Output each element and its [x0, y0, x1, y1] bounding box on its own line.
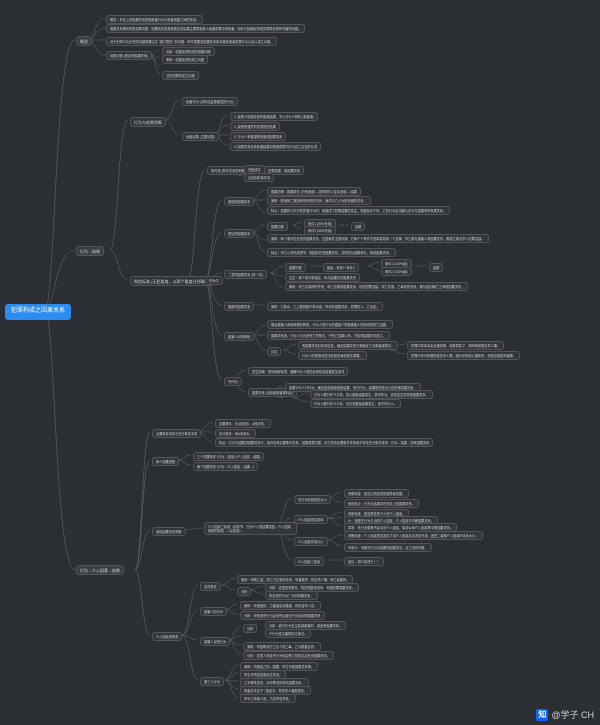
- g2-1d[interactable]: 结果: [351, 222, 365, 231]
- c-jud[interactable]: 危险因果关系判断: [152, 527, 186, 536]
- c-jud3[interactable]: 介入因素作用大小: [294, 537, 328, 546]
- c-iv3a-l[interactable]: 分析: [243, 624, 257, 633]
- g3-1b[interactable]: 因素→条件1+条件2: [323, 263, 359, 272]
- ov-essence[interactable]: 因果关系解决的是定罪问题，因果的实质是看能否将结果主要算是某人危害犯罪中的危害，…: [106, 24, 305, 33]
- g5-1c[interactable]: 讨论: [267, 347, 281, 356]
- ov-concept[interactable]: 概念：刑法上的因果关系是指危害行为与危害结果之间的关系。: [106, 15, 203, 24]
- g1[interactable]: 相因的因果关系: [224, 197, 254, 206]
- nk3b[interactable]: 行为人履行作义义务，仍无没避免结果发生，其不作为人。: [310, 399, 401, 408]
- c-hd1-3[interactable]: 特点：行为与结果的因果关系中，如存没有必要条件关系，结果就算归属。对于没有必要条…: [215, 438, 433, 447]
- c-jud-sub[interactable]: 介入因素三标准（前情节：行为介入的结果强因→介入因素制造的危险→1.比较量）: [204, 522, 297, 535]
- c-jud1[interactable]: 先行为的危险性大小: [294, 495, 331, 504]
- s3[interactable]: 3. 行为人有客观规则造成因果关系: [230, 132, 286, 141]
- c-iv2b[interactable]: 分析：甲的追杀行为会验夺后做法行为自制构因果关系: [240, 611, 325, 620]
- g5-1c3[interactable]: 犯罪中甲本向未且使特殊，特殊导致了。明甲构成故意杀人罪。: [407, 341, 504, 350]
- c-hd1-2[interactable]: 充分条件：有A则有B。: [215, 429, 256, 438]
- c-iv2[interactable]: 被害人的行为: [200, 607, 227, 616]
- g1-2[interactable]: 案例：剧深死亡原因有是甲药的关系，案件中乙以为是甲害的关系。: [267, 196, 371, 205]
- s2[interactable]: 2. 最狭是强护刑法规范的结果: [230, 122, 280, 131]
- c-hd1-1[interactable]: 必要条件：无A则无B，A即必然。: [215, 419, 271, 428]
- ov-meteor[interactable]: 对于刑事行为责任的问题需要注意 "唐门陨石" 的问题，即不需要查因果关系的半遂危…: [106, 37, 277, 46]
- action-in[interactable]: 作为中: [205, 276, 223, 285]
- g5-1a[interactable]: 假没被害人身段特殊的构成，行为人的行为的直接个导致被害人的构成的死亡结果。: [267, 320, 393, 329]
- c-jud3a[interactable]: 判断标准：介入因素是否发挥了该介入因素支必决定作用，还是二者都介入因素的本页大小…: [344, 531, 483, 540]
- g4-1[interactable]: 案例：乙取水、乙上路的都不带水壶，甲玩有因果关系，犯罪死人、乙请走。: [267, 302, 383, 311]
- g3-3[interactable]: 案例：甲乙共谋同时开枪，甲乙合雷有因果关系，均是犯罪没建。甲乙共谋，乙单改有关系…: [285, 282, 468, 291]
- g1-3[interactable]: 特点：如果有几件分别实施行为时，就造成了犯罪结果的发生，则避免对于甲、乙的行为应…: [267, 206, 450, 215]
- l1-intervening[interactable]: 行为→介入因素→结果: [76, 565, 124, 575]
- g5[interactable]: 被害人对的修段: [224, 332, 254, 341]
- l1-act-result[interactable]: 行为→结果: [76, 246, 104, 256]
- s1[interactable]: 1. 最狭义处理定是外客观结果，不以行为人预料 (查客观): [230, 112, 318, 121]
- c-iv3b[interactable]: 介行为是主害知情生第过。: [265, 629, 311, 638]
- g2-2[interactable]: 案例：两个案件在但没有因果关系，正因案件主观问题，它两个个条件不是单独导致一个结…: [267, 234, 489, 243]
- watermark-text: @学子 CH: [551, 708, 594, 721]
- g2[interactable]: 叠加的因果关系: [224, 229, 254, 238]
- nk[interactable]: 不作为: [224, 377, 242, 386]
- g2-3[interactable]: 特点：甲乙以完完成调节，相因存在的因果关系，共同成为结果条件，构成因果关系。: [267, 248, 396, 257]
- g5-1c1[interactable]: 有因果关系并影响定性。确定因果关系只是确定了此审客观是件。: [298, 341, 398, 350]
- g3-1d[interactable]: 条件2 (100%起): [381, 267, 412, 276]
- c-iv1b-l[interactable]: 分析: [237, 587, 251, 596]
- c-iv4[interactable]: 第三人行为: [200, 677, 224, 686]
- g3-2[interactable]: 注意：两个条件单独定，均与结果存在因果关系: [285, 273, 360, 282]
- g4[interactable]: 阻断的因果关系: [224, 302, 254, 311]
- act-judge[interactable]: 行为与结果判断: [130, 117, 166, 127]
- c-jud4[interactable]: 介入因素三因素: [294, 557, 324, 566]
- ov-review[interactable]: 审核：结果加重的成立问题: [162, 55, 208, 64]
- c-jud3b[interactable]: 作用大：中断先行为与结果的因果关系，反之没有中断。: [344, 543, 432, 552]
- cond-sub2a[interactable]: 合法则的条件说: [244, 173, 274, 182]
- nk3a[interactable]: 行为人履行作义义务，的以避免结果发生，其不作为，这是发生的关索因果关系。: [310, 390, 433, 399]
- cond-std[interactable]: 构造标准 (无此角度，以两个角度分别确认): [130, 276, 214, 286]
- root-node[interactable]: 犯罪构成之因果关系: [5, 304, 71, 320]
- c-hd2-2[interactable]: 两个因果关系 (行为→介入因素→结果→): [193, 462, 258, 471]
- harm-result[interactable]: 危害结果 (主要问题): [182, 132, 219, 141]
- c-hd2[interactable]: 两个因果进程: [152, 457, 179, 466]
- harm-act[interactable]: 危害行为 (具有法益侵害性的行为): [182, 97, 238, 106]
- mindmap-canvas: 犯罪构成之因果关系 概述 行为→结果 行为→介入因素→结果 概念：刑法上的因果关…: [0, 0, 600, 725]
- c-iv1[interactable]: 自然条件: [200, 582, 221, 591]
- c-iv1b2[interactable]: 构意杀的行为广大的构果关系。: [265, 591, 318, 600]
- s4[interactable]: 4. 因果关系及有危害结果到现造成再内行为应之实克的认事: [230, 142, 321, 151]
- zhihu-logo-icon: 知: [536, 709, 548, 721]
- c-iv[interactable]: 介入因素的种类: [152, 632, 182, 641]
- c-iv3c[interactable]: 案例：甲结等对打乙无人的乙每，乙半跳被自杀。: [243, 642, 321, 651]
- g5-1c2[interactable]: 行为人的是场状态决定是否承担故意或罪。: [298, 351, 367, 360]
- c-hd1[interactable]: 必要条件关系与充分条件关系: [152, 429, 201, 438]
- ov-neg[interactable]: 过失犯罪的成立问题: [162, 71, 199, 80]
- c-iv2a[interactable]: 案例：甲追逐情，乙害逃至佘路被，构也告杀人意。: [240, 601, 321, 610]
- g5-1b[interactable]: 因果关系是。行为人行为是死亡的条件，于死亡结果以有，不影响因果关系成立。: [267, 331, 390, 340]
- g1-1[interactable]: 因果历程：因果条件 (分别适用)→因事条件 (合并适用)→结果: [267, 187, 361, 196]
- g3-1a[interactable]: 因果历程: [285, 263, 306, 272]
- g5-1c4[interactable]: 犯罪中甲不和遭犯故意杀人罪，因为不构成以果和死，犯故意致层构害罪。: [407, 351, 520, 360]
- zhihu-watermark: 知 @学子 CH: [536, 708, 594, 721]
- c-iv4e[interactable]: 甲半乙命绝人因，乃意甲没关系。: [240, 694, 296, 703]
- g3[interactable]: 二重的因果关系 (择一论): [224, 270, 267, 279]
- c-iv3d[interactable]: 分析：这里人的自杀行为情由等乙知情过定危关因果系的。: [243, 651, 334, 660]
- g2-1a[interactable]: 因果历程: [267, 222, 288, 231]
- c-jud4a[interactable]: 结论：把介前归于！！: [344, 557, 384, 566]
- nk1[interactable]: 发生的病：预设两种情境、疑解行为人侵犯合则知该结果发生而非: [248, 367, 348, 376]
- c-hd2-1[interactable]: 三个因果条件 (行为→因素) (介入因素→结果): [193, 452, 264, 461]
- c-jud1b[interactable]: 危险性大：行为与结果存在刑法上的因果关系。: [344, 499, 419, 508]
- c-iv3[interactable]: 被害人自残行为: [200, 637, 230, 646]
- c-jud1a[interactable]: 判断标准：是否达到加重的能导致范围。: [344, 489, 409, 498]
- l1-overview[interactable]: 概述: [76, 36, 92, 46]
- ov-premise[interactable]: 前提问题 (是否有因果关系): [106, 51, 152, 60]
- c-jud2[interactable]: 介入因素是否具体: [294, 515, 328, 524]
- g3-1e[interactable]: 结果: [429, 263, 443, 272]
